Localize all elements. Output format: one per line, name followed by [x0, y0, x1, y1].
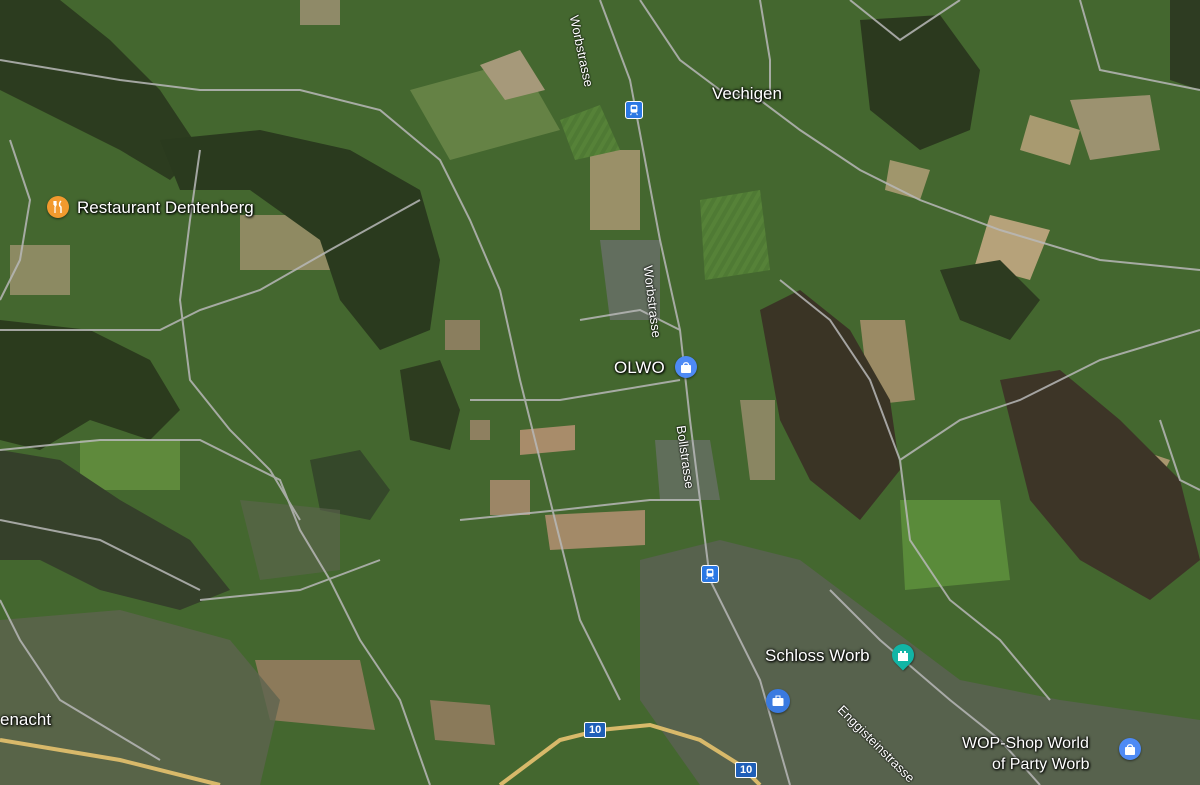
- train-icon: [630, 104, 638, 116]
- restaurant-pin[interactable]: [47, 196, 69, 218]
- train-station-vechigen[interactable]: [625, 101, 643, 119]
- place-label-restaurant-dentenberg[interactable]: Restaurant Dentenberg: [77, 198, 254, 218]
- route-10-shield-left: 10: [584, 722, 607, 738]
- satellite-map[interactable]: Worbstrasse Worbstrasse Bollstrasse Engg…: [0, 0, 1200, 785]
- train-icon: [706, 568, 714, 580]
- briefcase-pin[interactable]: [766, 689, 790, 713]
- wop-shop-pin[interactable]: [1119, 738, 1141, 760]
- castle-icon: [898, 651, 908, 661]
- place-label-wop-shop-line1[interactable]: WOP-Shop World: [962, 735, 1089, 753]
- shopping-bag-icon: [1125, 744, 1135, 755]
- fork-knife-icon: [53, 200, 62, 213]
- place-label-schloss-worb[interactable]: Schloss Worb: [765, 646, 870, 666]
- place-label-wop-shop-line2[interactable]: of Party Worb: [992, 756, 1090, 774]
- train-station-worb[interactable]: [701, 565, 719, 583]
- place-label-olwo[interactable]: OLWO: [614, 358, 665, 378]
- briefcase-icon: [772, 695, 784, 706]
- place-label-enacht[interactable]: enacht: [0, 710, 51, 730]
- place-label-vechigen[interactable]: Vechigen: [712, 84, 782, 104]
- map-roads: [0, 0, 1200, 785]
- shopping-bag-icon: [681, 362, 691, 373]
- olwo-shop-pin[interactable]: [675, 356, 697, 378]
- route-10-shield-right: 10: [735, 762, 758, 778]
